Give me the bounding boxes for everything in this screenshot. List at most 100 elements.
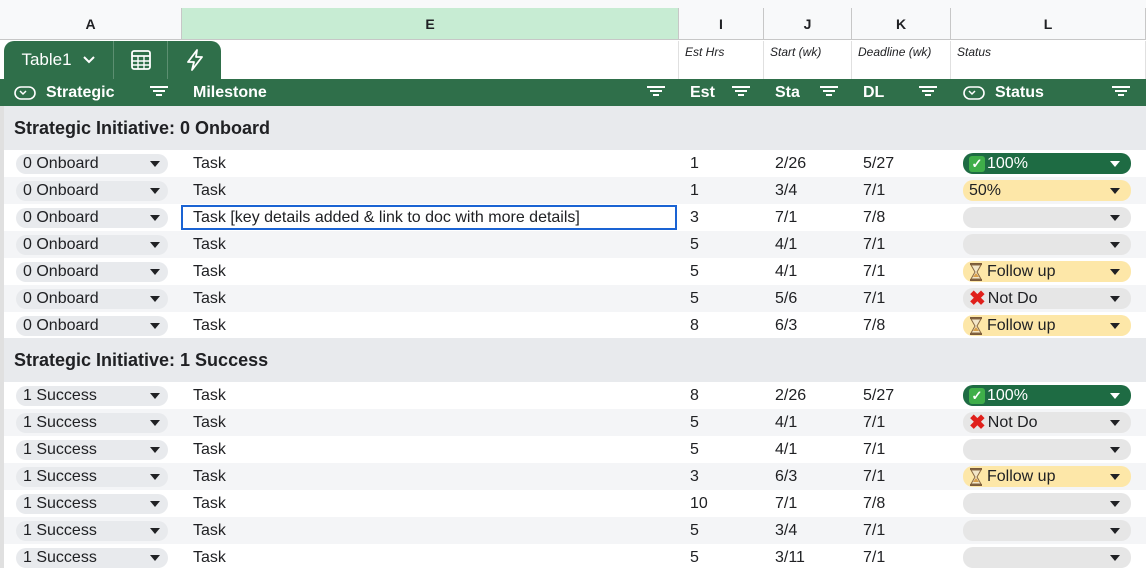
status-dropdown[interactable]: ✖ Not Do — [963, 288, 1131, 309]
status-dropdown[interactable] — [963, 493, 1131, 514]
header-strategic[interactable]: Strategic — [0, 79, 182, 106]
column-header-l[interactable]: L — [951, 8, 1146, 40]
filter-icon[interactable] — [647, 84, 665, 100]
header-milestone[interactable]: Milestone — [182, 79, 679, 106]
milestone-cell[interactable]: Task — [193, 285, 226, 312]
filter-icon[interactable] — [919, 84, 937, 100]
deadline-cell[interactable]: 5/27 — [863, 382, 894, 409]
start-cell[interactable]: 3/4 — [775, 517, 797, 544]
filter-icon[interactable] — [1112, 84, 1130, 100]
est-hrs-cell[interactable]: 5 — [690, 436, 699, 463]
status-dropdown[interactable]: ✖ Not Do — [963, 412, 1131, 433]
milestone-cell[interactable]: Task — [193, 490, 226, 517]
est-hrs-cell[interactable]: 8 — [690, 312, 699, 339]
start-cell[interactable]: 2/26 — [775, 382, 806, 409]
start-cell[interactable]: 3/4 — [775, 177, 797, 204]
deadline-cell[interactable]: 7/1 — [863, 463, 885, 490]
deadline-cell[interactable]: 7/1 — [863, 177, 885, 204]
deadline-cell[interactable]: 7/1 — [863, 544, 885, 571]
est-hrs-cell[interactable]: 1 — [690, 177, 699, 204]
status-dropdown[interactable] — [963, 234, 1131, 255]
header-status[interactable]: Status — [951, 79, 1146, 106]
deadline-cell[interactable]: 7/1 — [863, 231, 885, 258]
deadline-cell[interactable]: 7/1 — [863, 258, 885, 285]
start-cell[interactable]: 4/1 — [775, 258, 797, 285]
start-cell[interactable]: 5/6 — [775, 285, 797, 312]
status-dropdown[interactable]: ✓ 100% — [963, 153, 1131, 174]
milestone-cell[interactable]: Task — [193, 436, 226, 463]
deadline-cell[interactable]: 7/8 — [863, 204, 885, 231]
strategic-dropdown[interactable]: 1 Success — [16, 413, 168, 433]
column-header-j[interactable]: J — [764, 8, 852, 40]
status-dropdown[interactable]: Follow up — [963, 261, 1131, 282]
status-dropdown[interactable] — [963, 547, 1131, 568]
est-hrs-cell[interactable]: 5 — [690, 258, 699, 285]
start-cell[interactable]: 7/1 — [775, 490, 797, 517]
strategic-dropdown[interactable]: 1 Success — [16, 386, 168, 406]
est-hrs-cell[interactable]: 1 — [690, 150, 699, 177]
start-cell[interactable]: 4/1 — [775, 231, 797, 258]
strategic-dropdown[interactable]: 0 Onboard — [16, 154, 168, 174]
status-dropdown[interactable]: Follow up — [963, 315, 1131, 336]
milestone-cell[interactable]: Task — [193, 463, 226, 490]
milestone-cell[interactable]: Task — [193, 382, 226, 409]
deadline-cell[interactable]: 7/8 — [863, 312, 885, 339]
filter-icon[interactable] — [150, 84, 168, 100]
est-hrs-cell[interactable]: 10 — [690, 490, 708, 517]
header-est[interactable]: Est — [679, 79, 764, 106]
milestone-cell[interactable]: Task — [193, 231, 226, 258]
deadline-cell[interactable]: 5/27 — [863, 150, 894, 177]
milestone-cell[interactable]: Task — [193, 258, 226, 285]
est-hrs-cell[interactable]: 5 — [690, 544, 699, 571]
filter-icon[interactable] — [820, 84, 838, 100]
est-hrs-cell[interactable]: 3 — [690, 204, 699, 231]
milestone-cell[interactable]: Task — [193, 517, 226, 544]
start-cell[interactable]: 4/1 — [775, 409, 797, 436]
status-dropdown[interactable] — [963, 520, 1131, 541]
status-dropdown[interactable] — [963, 207, 1131, 228]
est-hrs-cell[interactable]: 5 — [690, 409, 699, 436]
deadline-cell[interactable]: 7/1 — [863, 436, 885, 463]
start-cell[interactable]: 2/26 — [775, 150, 806, 177]
est-hrs-cell[interactable]: 3 — [690, 463, 699, 490]
strategic-dropdown[interactable]: 1 Success — [16, 521, 168, 541]
start-cell[interactable]: 6/3 — [775, 463, 797, 490]
table-name-dropdown[interactable]: Table1 — [4, 41, 114, 79]
est-hrs-cell[interactable]: 5 — [690, 231, 699, 258]
strategic-dropdown[interactable]: 0 Onboard — [16, 181, 168, 201]
column-header-i[interactable]: I — [679, 8, 764, 40]
milestone-cell[interactable]: Task — [193, 312, 226, 339]
strategic-dropdown[interactable]: 1 Success — [16, 548, 168, 568]
milestone-cell[interactable]: Task — [193, 177, 226, 204]
milestone-cell[interactable]: Task — [193, 150, 226, 177]
deadline-cell[interactable]: 7/8 — [863, 490, 885, 517]
strategic-dropdown[interactable]: 0 Onboard — [16, 235, 168, 255]
column-header-k[interactable]: K — [852, 8, 951, 40]
est-hrs-cell[interactable]: 5 — [690, 517, 699, 544]
deadline-cell[interactable]: 7/1 — [863, 517, 885, 544]
status-dropdown[interactable] — [963, 439, 1131, 460]
milestone-cell[interactable]: Task — [193, 544, 226, 571]
deadline-cell[interactable]: 7/1 — [863, 409, 885, 436]
status-dropdown[interactable]: 50% — [963, 180, 1131, 201]
column-header-e[interactable]: E — [182, 8, 679, 40]
table-settings-button[interactable] — [114, 41, 169, 79]
est-hrs-cell[interactable]: 8 — [690, 382, 699, 409]
start-cell[interactable]: 6/3 — [775, 312, 797, 339]
strategic-dropdown[interactable]: 0 Onboard — [16, 316, 168, 336]
header-start[interactable]: Sta — [764, 79, 852, 106]
milestone-cell[interactable]: Task — [193, 409, 226, 436]
est-hrs-cell[interactable]: 5 — [690, 285, 699, 312]
automation-button[interactable] — [168, 41, 221, 79]
strategic-dropdown[interactable]: 0 Onboard — [16, 289, 168, 309]
start-cell[interactable]: 4/1 — [775, 436, 797, 463]
status-dropdown[interactable]: ✓ 100% — [963, 385, 1131, 406]
strategic-dropdown[interactable]: 0 Onboard — [16, 262, 168, 282]
header-deadline[interactable]: DL — [852, 79, 951, 106]
column-header-a[interactable]: A — [0, 8, 182, 40]
deadline-cell[interactable]: 7/1 — [863, 285, 885, 312]
start-cell[interactable]: 3/11 — [775, 544, 805, 571]
strategic-dropdown[interactable]: 0 Onboard — [16, 208, 168, 228]
strategic-dropdown[interactable]: 1 Success — [16, 467, 168, 487]
filter-icon[interactable] — [732, 84, 750, 100]
